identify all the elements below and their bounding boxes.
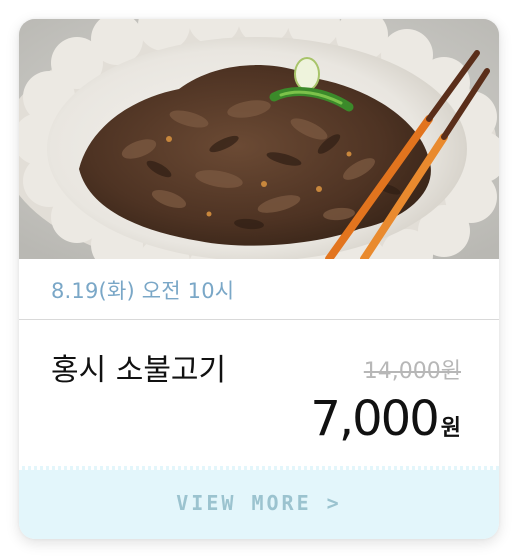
view-more-button[interactable]: VIEW MORE > — [19, 466, 499, 539]
product-name: 홍시 소불고기 — [51, 353, 227, 388]
bulgogi-photo-image — [19, 19, 499, 259]
sale-price-unit: 원 — [440, 416, 461, 441]
sale-price-value: 7,000 — [310, 391, 439, 447]
pixel-edge-decoration — [19, 466, 499, 470]
schedule-date: 8.19(화) 오전 10시 — [51, 279, 235, 303]
view-more-label: VIEW MORE > — [176, 491, 342, 515]
schedule-row: 8.19(화) 오전 10시 — [19, 259, 499, 320]
sale-price: 7,000 원 — [310, 391, 461, 447]
product-photo — [19, 19, 499, 259]
original-price: 14,000원 — [363, 359, 461, 384]
product-card[interactable]: 8.19(화) 오전 10시 홍시 소불고기 14,000원 7,000 원 VI… — [19, 19, 499, 539]
